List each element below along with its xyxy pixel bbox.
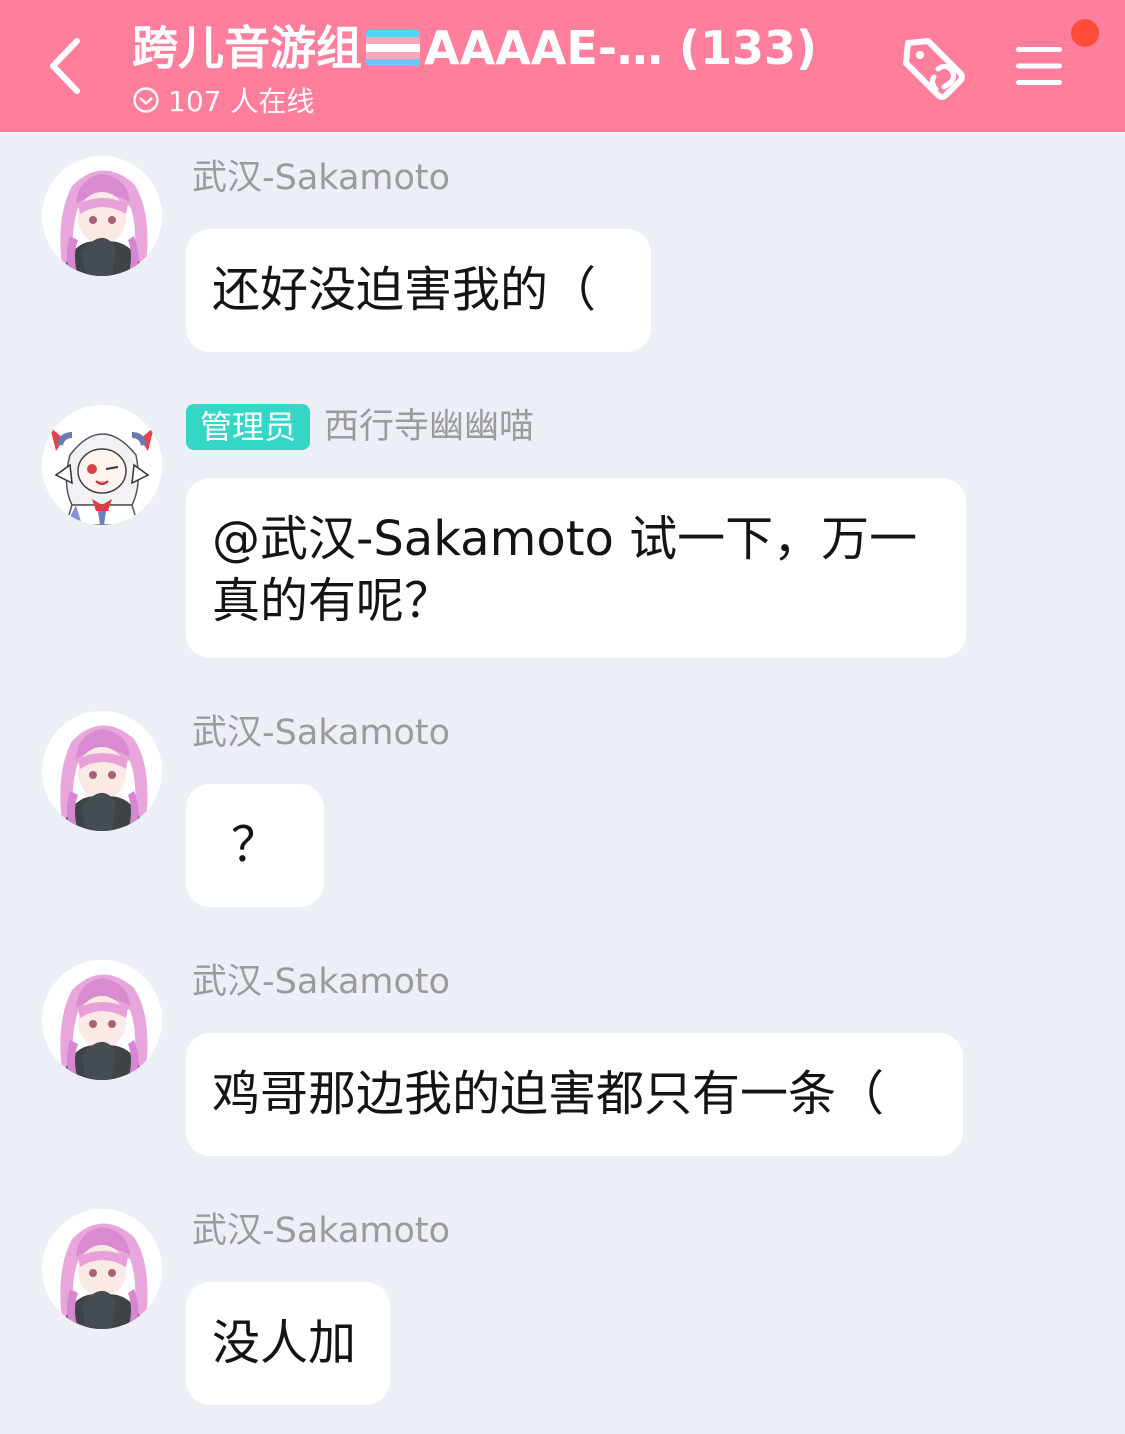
sender-avatar[interactable]	[42, 1209, 162, 1329]
white-hair-avatar-icon	[42, 405, 162, 525]
tag-link-icon	[903, 38, 965, 100]
pink-hair-avatar-icon	[42, 960, 162, 1080]
check-circle-icon	[133, 87, 159, 113]
pink-hair-avatar-icon	[42, 711, 162, 831]
message-text: 鸡哥那边我的迫害都只有一条（	[212, 1066, 885, 1122]
message-bubble[interactable]: 没人加	[186, 1282, 390, 1405]
sender-name-row: 管理员 西行寺幽幽喵	[186, 402, 534, 452]
message-bubble[interactable]: 还好没迫害我的（	[186, 229, 651, 352]
message-text: 没人加	[212, 1315, 357, 1371]
hamburger-menu-icon	[1016, 47, 1062, 85]
menu-button[interactable]	[1004, 36, 1074, 96]
online-status: 107 人在线	[132, 80, 852, 120]
sender-avatar[interactable]	[42, 405, 162, 525]
message-text: ？	[230, 817, 279, 873]
sender-avatar[interactable]	[42, 711, 162, 831]
sender-avatar[interactable]	[42, 156, 162, 276]
admin-badge: 管理员	[186, 404, 311, 450]
group-title: 跨儿音游组 AAAAE-… (133)	[132, 18, 852, 78]
pink-hair-avatar-icon	[42, 156, 162, 276]
message-text: 还好没迫害我的（	[212, 262, 597, 318]
notification-dot	[1071, 19, 1099, 47]
group-title-suffix: AAAAE-… (133)	[424, 21, 817, 75]
message-bubble[interactable]: ？	[186, 784, 324, 907]
online-count-text: 107 人在线	[168, 85, 315, 118]
chat-title-area[interactable]: 跨儿音游组 AAAAE-… (133) 107 人在线	[132, 18, 852, 120]
pink-hair-avatar-icon	[42, 1209, 162, 1329]
group-tag-button[interactable]	[896, 32, 976, 104]
sender-name[interactable]: 武汉-Sakamoto	[192, 957, 450, 1007]
message-text-line: @武汉-Sakamoto 试一下，万一	[212, 511, 918, 567]
message-bubble[interactable]: 鸡哥那边我的迫害都只有一条（	[186, 1033, 963, 1156]
back-button[interactable]	[30, 28, 100, 104]
sender-name[interactable]: 武汉-Sakamoto	[192, 153, 450, 203]
sender-avatar[interactable]	[42, 960, 162, 1080]
message-bubble[interactable]: @武汉-Sakamoto 试一下，万一 真的有呢？	[186, 478, 966, 658]
group-title-prefix: 跨儿音游组	[132, 21, 362, 75]
chevron-left-icon	[50, 38, 80, 94]
sender-name[interactable]: 西行寺幽幽喵	[324, 402, 534, 452]
sender-name[interactable]: 武汉-Sakamoto	[192, 1206, 450, 1256]
chat-header: 跨儿音游组 AAAAE-… (133) 107 人在线	[0, 0, 1125, 132]
sender-name[interactable]: 武汉-Sakamoto	[192, 708, 450, 758]
transgender-flag-icon	[366, 30, 420, 66]
message-text-line: 真的有呢？	[212, 573, 453, 629]
